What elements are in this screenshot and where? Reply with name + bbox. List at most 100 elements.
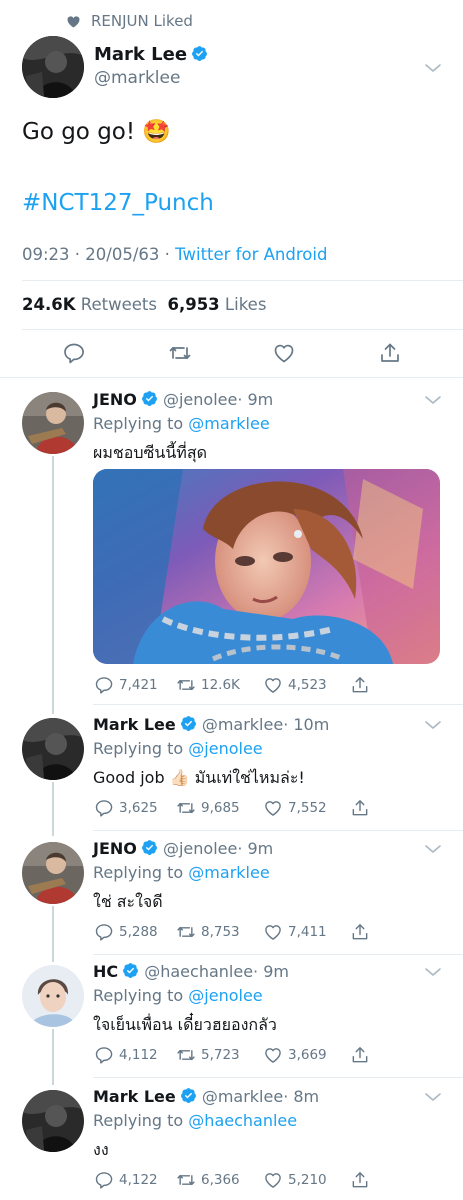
reply-author-name[interactable]: JENO <box>93 839 137 858</box>
reply-header: Mark Lee @marklee· 8m <box>93 1087 319 1106</box>
reply-icon <box>94 798 114 818</box>
replying-to: Replying to @marklee <box>93 863 270 882</box>
replying-to-link[interactable]: @jenolee <box>188 739 262 758</box>
tweet-source-link[interactable]: Twitter for Android <box>175 245 327 264</box>
reply-text: ใจเย็นเพื่อน เดี๋ยวฮยองกลัว <box>93 1015 277 1034</box>
share-icon[interactable] <box>350 675 370 695</box>
share-icon[interactable] <box>350 1045 370 1065</box>
reply-text: งง <box>93 1140 109 1159</box>
like-action[interactable]: 3,669 <box>263 1045 327 1065</box>
reply-action[interactable]: 5,288 <box>94 922 158 942</box>
hashtag-link[interactable]: #NCT127_Punch <box>22 190 214 216</box>
reply-header: Mark Lee @marklee· 10m <box>93 715 329 734</box>
likes-stat[interactable]: 6,953 Likes <box>167 295 266 314</box>
like-icon <box>263 1045 283 1065</box>
divider <box>93 704 463 705</box>
verified-icon <box>180 715 197 732</box>
reply-time: · 9m <box>237 390 274 409</box>
reply-author-name[interactable]: HC <box>93 962 118 981</box>
reply-handle[interactable]: @marklee <box>202 1087 283 1106</box>
retweet-action[interactable]: 5,723 <box>176 1045 240 1065</box>
retweet-icon <box>176 922 196 942</box>
reply-action[interactable]: 3,625 <box>94 798 158 818</box>
like-action[interactable]: 4,523 <box>263 675 327 695</box>
media-image[interactable] <box>93 469 440 664</box>
heart-icon <box>67 15 80 27</box>
reply-handle[interactable]: @haechanlee <box>144 962 253 981</box>
reply-time: · 9m <box>253 962 289 981</box>
retweets-stat[interactable]: 24.6K Retweets <box>22 295 157 314</box>
replying-to-link[interactable]: @marklee <box>188 863 269 882</box>
chevron-down-icon[interactable] <box>424 394 442 406</box>
author-name: Mark Lee <box>94 44 188 65</box>
reply-handle[interactable]: @jenolee <box>163 390 237 409</box>
tweet-timestamp: 09:23 · 20/05/63 · <box>22 245 170 264</box>
like-action[interactable]: 7,552 <box>263 798 327 818</box>
avatar[interactable] <box>22 965 84 1027</box>
engagement-stats: 24.6K Retweets 6,953 Likes <box>22 295 266 314</box>
reply-author-name[interactable]: Mark Lee <box>93 715 176 734</box>
share-button[interactable] <box>378 341 402 365</box>
replying-to-link[interactable]: @jenolee <box>188 986 262 1005</box>
reply-action[interactable]: 4,122 <box>94 1170 158 1190</box>
reply-text: ผมชอบซีนนี้ที่สุด <box>93 443 207 462</box>
chevron-down-icon[interactable] <box>424 966 442 978</box>
verified-icon <box>180 1087 197 1104</box>
like-button[interactable] <box>272 341 296 365</box>
tweet-text: Go go go! 🤩 <box>22 119 172 145</box>
chevron-down-icon[interactable] <box>424 62 442 74</box>
reply-icon <box>94 922 114 942</box>
avatar[interactable] <box>22 718 84 780</box>
author-row[interactable]: Mark Lee <box>94 44 208 65</box>
reply-handle[interactable]: @jenolee <box>163 839 237 858</box>
reply-icon <box>94 1170 114 1190</box>
share-icon[interactable] <box>350 798 370 818</box>
divider <box>93 1077 463 1078</box>
retweet-action[interactable]: 9,685 <box>176 798 240 818</box>
avatar[interactable] <box>22 1090 84 1152</box>
reply-text: Good job 👍🏻 มันเท่ใช่ไหมล่ะ! <box>93 768 305 787</box>
like-icon <box>263 1170 283 1190</box>
thread-line <box>52 782 54 836</box>
like-action[interactable]: 5,210 <box>263 1170 327 1190</box>
reply-handle[interactable]: @marklee <box>202 715 283 734</box>
reply-text: ใช่ สะใจดี <box>93 892 163 911</box>
social-context[interactable]: RENJUN Liked <box>66 12 193 30</box>
verified-icon <box>141 390 158 407</box>
replying-to: Replying to @marklee <box>93 414 270 433</box>
reply-author-name[interactable]: JENO <box>93 390 137 409</box>
replying-to: Replying to @haechanlee <box>93 1111 298 1130</box>
divider <box>93 954 463 955</box>
reply-time: · 10m <box>283 715 330 734</box>
reply-icon <box>94 675 114 695</box>
social-context-text: RENJUN Liked <box>91 12 193 30</box>
avatar[interactable] <box>22 392 84 454</box>
retweet-button[interactable] <box>168 341 192 365</box>
chevron-down-icon[interactable] <box>424 1091 442 1103</box>
chevron-down-icon[interactable] <box>424 843 442 855</box>
replying-to-link[interactable]: @haechanlee <box>188 1111 297 1130</box>
share-icon[interactable] <box>350 1170 370 1190</box>
reply-action[interactable]: 7,421 <box>94 675 158 695</box>
chevron-down-icon[interactable] <box>424 719 442 731</box>
thread-line <box>52 456 54 714</box>
replying-to-link[interactable]: @marklee <box>188 414 269 433</box>
reply-header: HC @haechanlee· 9m <box>93 962 289 981</box>
retweet-action[interactable]: 12.6K <box>176 675 240 695</box>
avatar[interactable] <box>22 842 84 904</box>
divider <box>93 830 463 831</box>
divider <box>0 377 463 378</box>
tweet-meta: 09:23 · 20/05/63 · Twitter for Android <box>22 245 327 264</box>
avatar[interactable] <box>22 36 84 98</box>
reply-time: · 9m <box>237 839 274 858</box>
verified-icon <box>122 962 139 979</box>
reply-action[interactable]: 4,112 <box>94 1045 158 1065</box>
share-icon[interactable] <box>350 922 370 942</box>
author-handle[interactable]: @marklee <box>94 68 180 88</box>
reply-time: · 8m <box>283 1087 320 1106</box>
retweet-action[interactable]: 6,366 <box>176 1170 240 1190</box>
retweet-action[interactable]: 8,753 <box>176 922 240 942</box>
reply-author-name[interactable]: Mark Lee <box>93 1087 176 1106</box>
like-action[interactable]: 7,411 <box>263 922 327 942</box>
reply-button[interactable] <box>62 341 86 365</box>
